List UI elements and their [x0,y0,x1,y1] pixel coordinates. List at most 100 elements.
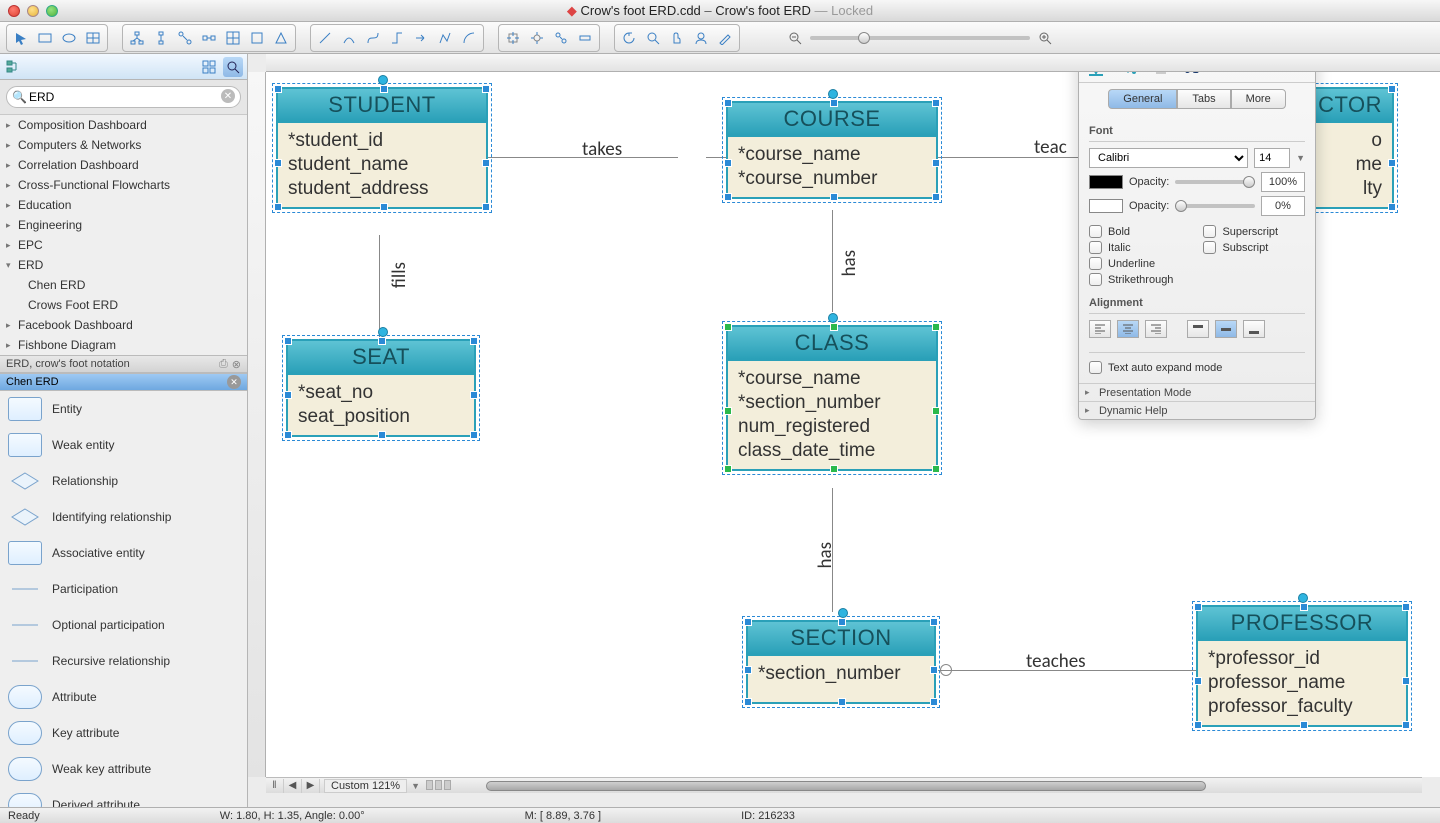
resize-handle[interactable] [1300,721,1308,729]
user-tool[interactable] [689,27,713,49]
grid-view-icon[interactable] [199,57,219,77]
resize-handle[interactable] [932,99,940,107]
resize-handle[interactable] [830,99,838,107]
tree-tool-6[interactable] [245,27,269,49]
stencil-item[interactable]: Weak entity [0,427,247,463]
tree-tool-1[interactable] [125,27,149,49]
pointer-tool[interactable] [9,27,33,49]
stencil-item[interactable]: Participation [0,571,247,607]
polyline-tool[interactable] [433,27,457,49]
tab-general[interactable]: General [1108,89,1177,109]
entity-section[interactable]: SECTION *section_number [746,620,936,704]
library-tree-icon[interactable] [4,57,24,77]
resize-handle[interactable] [724,193,732,201]
foot-dynamic-help[interactable]: ▸Dynamic Help [1079,401,1315,419]
resize-handle[interactable] [930,698,938,706]
rotation-handle[interactable] [838,608,848,618]
tree-tool-2[interactable] [149,27,173,49]
resize-handle[interactable] [380,85,388,93]
resize-handle[interactable] [274,85,282,93]
font-icon[interactable]: A [1181,72,1203,79]
rotation-handle[interactable] [828,89,838,99]
resize-handle[interactable] [932,193,940,201]
rapid-1[interactable] [501,27,525,49]
entity-course[interactable]: COURSE *course_name *course_number [726,101,938,199]
tree-item[interactable]: ▸Cross-Functional Flowcharts [0,175,247,195]
resize-handle[interactable] [470,391,478,399]
check-bold[interactable]: Bold [1089,225,1173,238]
resize-handle[interactable] [482,203,490,211]
page-prev[interactable]: ◀ [284,779,302,793]
resize-handle[interactable] [482,85,490,93]
tree-item[interactable]: ▸EPC [0,235,247,255]
tree-tool-4[interactable] [197,27,221,49]
zoom-readout[interactable]: Custom 121% [324,779,407,793]
page-next[interactable]: ▶ [302,779,320,793]
hand-tool[interactable] [665,27,689,49]
arrow-tool[interactable] [409,27,433,49]
rapid-3[interactable] [549,27,573,49]
tree-item[interactable]: ▸Composition Dashboard [0,115,247,135]
resize-handle[interactable] [744,666,752,674]
align-left[interactable] [1089,320,1111,338]
resize-handle[interactable] [1402,677,1410,685]
check-underline[interactable]: Underline [1089,257,1173,270]
stencil-item[interactable]: Recursive relationship [0,643,247,679]
rapid-4[interactable] [573,27,597,49]
valign-middle[interactable] [1215,320,1237,338]
search-toggle-icon[interactable] [223,57,243,77]
tree-item[interactable]: Crows Foot ERD [0,295,247,315]
resize-handle[interactable] [1402,721,1410,729]
resize-handle[interactable] [1388,159,1396,167]
horizontal-scrollbar[interactable]: ‖ ◀ ▶ Custom 121% ▼ [266,777,1422,793]
close-section-button[interactable]: ✕ [227,375,241,389]
zoom-out-button[interactable] [786,29,804,47]
tree-item[interactable]: ▸Correlation Dashboard [0,155,247,175]
tree-tool-7[interactable] [269,27,293,49]
bezier-tool[interactable] [361,27,385,49]
valign-bottom[interactable] [1243,320,1265,338]
font-size-input[interactable] [1254,148,1290,168]
resize-handle[interactable] [1300,603,1308,611]
resize-handle[interactable] [274,203,282,211]
rotation-handle[interactable] [828,313,838,323]
page-first[interactable]: ‖ [266,779,284,793]
close-window-button[interactable] [8,5,20,17]
resize-handle[interactable] [380,203,388,211]
tree-item[interactable]: Chen ERD [0,275,247,295]
bg-color-swatch[interactable] [1089,199,1123,213]
entity-student[interactable]: STUDENT *student_id student_name student… [276,87,488,209]
stencil-section-crowsfoot[interactable]: ERD, crow's foot notation ⎙ ⊗ [0,355,247,373]
resize-handle[interactable] [932,407,940,415]
resize-handle[interactable] [830,193,838,201]
stencil-item[interactable]: Relationship [0,463,247,499]
resize-handle[interactable] [284,391,292,399]
align-center[interactable] [1117,320,1139,338]
check-subscript[interactable]: Subscript [1203,241,1278,254]
check-superscript[interactable]: Superscript [1203,225,1278,238]
smart-conn-tool[interactable] [385,27,409,49]
resize-handle[interactable] [284,337,292,345]
stencil-item[interactable]: Weak key attribute [0,751,247,787]
resize-handle[interactable] [470,337,478,345]
stencil-item[interactable]: Attribute [0,679,247,715]
resize-handle[interactable] [284,431,292,439]
resize-handle[interactable] [274,159,282,167]
zoom-window-button[interactable] [46,5,58,17]
stencil-item[interactable]: Entity [0,391,247,427]
resize-handle[interactable] [482,159,490,167]
tree-item[interactable]: ▸Computers & Networks [0,135,247,155]
rect-tool[interactable] [33,27,57,49]
resize-handle[interactable] [932,159,940,167]
resize-handle[interactable] [830,465,838,473]
tree-item[interactable]: ▾ERD [0,255,247,275]
resize-handle[interactable] [1194,603,1202,611]
underline-color-icon[interactable] [1085,72,1107,79]
rapid-2[interactable] [525,27,549,49]
library-search-input[interactable] [6,86,241,108]
tab-more[interactable]: More [1231,89,1286,109]
zoom-in-button[interactable] [1036,29,1054,47]
entity-seat[interactable]: SEAT *seat_no seat_position [286,339,476,437]
check-auto-expand[interactable]: Text auto expand mode [1089,361,1305,374]
tab-tabs[interactable]: Tabs [1177,89,1230,109]
